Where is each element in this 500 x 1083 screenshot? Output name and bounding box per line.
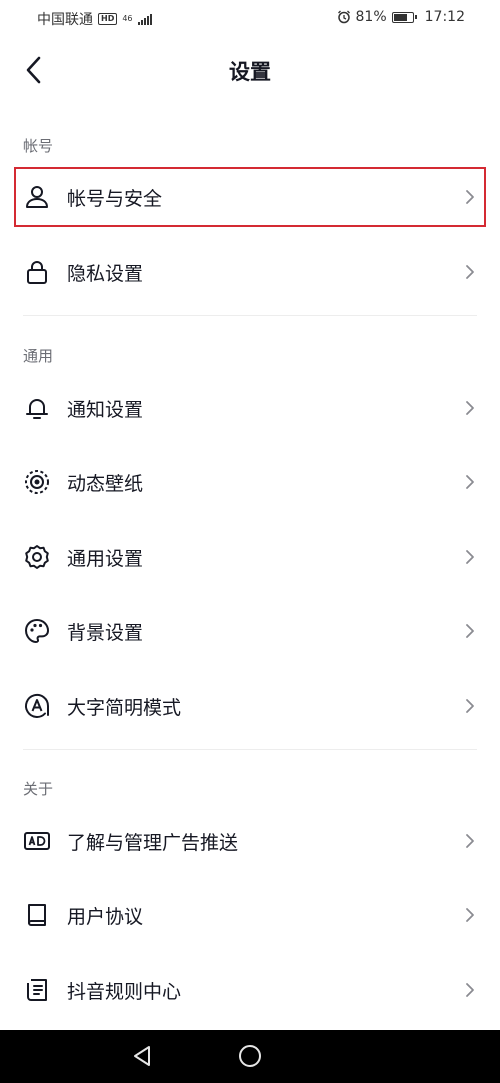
section-divider	[23, 315, 477, 316]
chevron-right-icon	[464, 549, 476, 565]
book-icon	[23, 901, 51, 929]
system-home-button[interactable]	[238, 1044, 262, 1068]
bell-icon	[23, 394, 51, 422]
signal-icon	[137, 13, 152, 25]
palette-icon	[23, 617, 51, 645]
settings-item-ad-management[interactable]: 了解与管理广告推送	[14, 811, 486, 871]
battery-percent: 81%	[355, 9, 387, 25]
settings-item-account-security[interactable]: 帐号与安全	[14, 167, 486, 227]
lock-icon	[23, 258, 51, 286]
settings-item-label: 大字简明模式	[67, 697, 182, 719]
section-divider	[23, 749, 477, 750]
rules-document-icon	[23, 976, 51, 1004]
section-header-about: 关于	[23, 780, 54, 798]
network-type-label: 46	[122, 14, 133, 23]
settings-item-rules-center[interactable]: 抖音规则中心	[14, 960, 486, 1020]
ad-icon	[23, 827, 51, 855]
settings-item-label: 抖音规则中心	[67, 981, 182, 1003]
chevron-right-icon	[464, 400, 476, 416]
status-bar: 中国联通 HD 46 81% 17:12	[0, 0, 500, 36]
hd-badge: HD	[98, 13, 118, 25]
page-title: 设置	[229, 60, 271, 84]
settings-item-live-wallpaper[interactable]: 动态壁纸	[14, 452, 486, 512]
live-wallpaper-icon	[23, 468, 51, 496]
chevron-right-icon	[464, 264, 476, 280]
section-header-account: 帐号	[23, 137, 54, 155]
status-left: 中国联通 HD 46	[37, 9, 152, 29]
section-header-general: 通用	[23, 347, 54, 365]
chevron-right-icon	[464, 623, 476, 639]
chevron-right-icon	[464, 189, 476, 205]
large-text-icon	[23, 692, 51, 720]
settings-item-label: 了解与管理广告推送	[67, 832, 239, 854]
settings-item-privacy[interactable]: 隐私设置	[14, 242, 486, 302]
battery-icon	[391, 11, 417, 23]
settings-item-label: 通知设置	[67, 399, 144, 421]
settings-item-general[interactable]: 通用设置	[14, 527, 486, 587]
settings-item-user-agreement[interactable]: 用户协议	[14, 885, 486, 945]
user-icon	[23, 183, 51, 211]
chevron-right-icon	[464, 698, 476, 714]
system-back-button[interactable]	[131, 1044, 155, 1068]
chevron-right-icon	[464, 474, 476, 490]
circle-home-icon	[239, 1045, 261, 1067]
triangle-back-icon	[134, 1046, 150, 1066]
network-type: 46	[122, 15, 132, 23]
settings-item-label: 动态壁纸	[67, 473, 144, 495]
chevron-right-icon	[464, 833, 476, 849]
settings-item-label: 用户协议	[67, 906, 144, 928]
nav-bar: 设置	[0, 36, 500, 106]
alarm-icon	[337, 10, 351, 24]
settings-item-notifications[interactable]: 通知设置	[14, 378, 486, 438]
settings-item-label: 通用设置	[67, 548, 144, 570]
carrier-name: 中国联通	[37, 12, 93, 28]
system-navigation-bar	[0, 1030, 500, 1083]
gear-icon	[23, 543, 51, 571]
settings-item-background[interactable]: 背景设置	[14, 601, 486, 661]
clock: 17:12	[424, 9, 465, 25]
settings-item-large-text-mode[interactable]: 大字简明模式	[14, 676, 486, 736]
settings-item-label: 隐私设置	[67, 263, 144, 285]
settings-item-label: 背景设置	[67, 622, 144, 644]
chevron-right-icon	[464, 907, 476, 923]
settings-item-label: 帐号与安全	[67, 188, 163, 210]
chevron-right-icon	[464, 982, 476, 998]
status-right: 81% 17:12	[337, 9, 465, 25]
